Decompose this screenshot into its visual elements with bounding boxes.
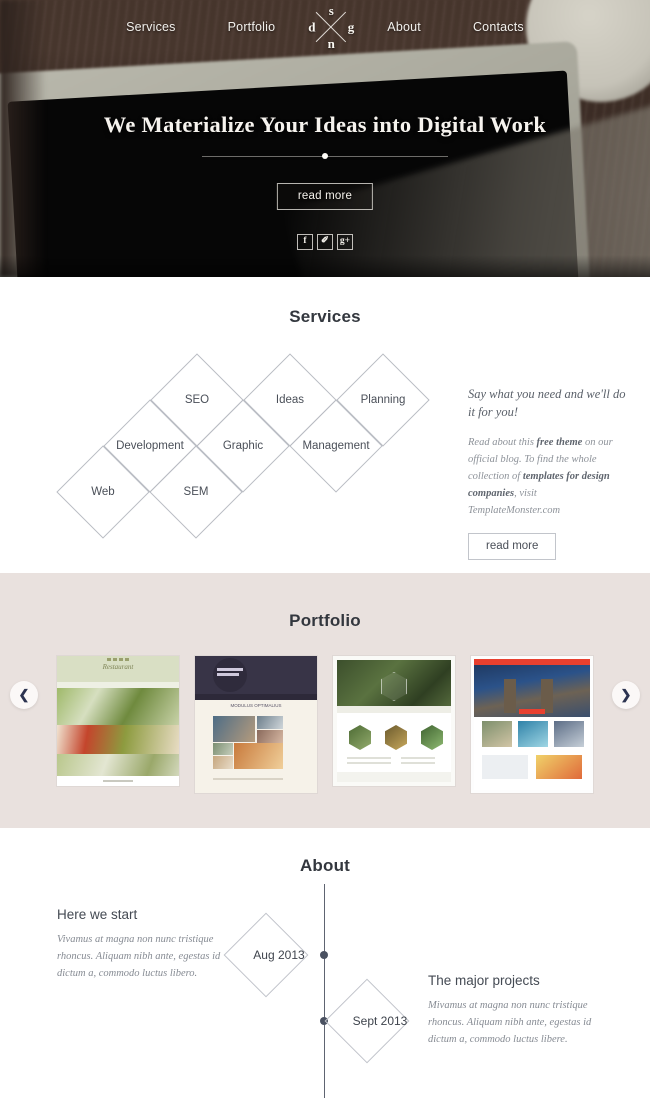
thumb-logo-line-1 <box>217 668 243 671</box>
thumb-form-block <box>482 755 528 779</box>
thumb-text-line <box>347 757 391 759</box>
twitter-icon[interactable]: ✐ <box>317 234 333 250</box>
social-links: f ✐ g+ <box>297 234 353 250</box>
timeline-text-2: Mivamus at magna non nunc tristique rhon… <box>428 1000 592 1045</box>
hero-read-more-button[interactable]: read more <box>276 183 374 210</box>
thumb-footer <box>57 776 179 786</box>
timeline-heading-2: The major projects <box>428 973 540 988</box>
thumb-grid-cell <box>234 743 283 769</box>
thumb-nav <box>337 706 451 713</box>
portfolio-title: Portfolio <box>289 611 361 630</box>
thumb-card-2 <box>518 721 548 747</box>
thumb-hex-2 <box>385 725 407 750</box>
services-title: Services <box>289 307 361 326</box>
thumb-text-line <box>401 757 435 759</box>
timeline-heading-1: Here we start <box>57 907 138 922</box>
thumb-hex-1 <box>349 725 371 750</box>
services-body-text: Read about this free theme on our offici… <box>468 434 628 519</box>
services-description: Say what you need and we'll do it for yo… <box>468 385 628 561</box>
thumb-hero-photo <box>337 660 451 706</box>
thumb-hex-3 <box>421 725 443 750</box>
thumb-text-line <box>347 762 391 764</box>
thumb-photo-1 <box>57 688 179 725</box>
hero-bottom-fade <box>0 255 650 277</box>
nav-item-about[interactable]: About <box>361 20 447 34</box>
thumb-bridge-tower-left <box>504 679 517 713</box>
portfolio-section: Portfolio ❮ ❯ Restaurant MODULUS OPTIMAL… <box>0 573 650 828</box>
nav-item-contacts[interactable]: Contacts <box>447 20 550 34</box>
facebook-icon[interactable]: f <box>297 234 313 250</box>
portfolio-carousel: Restaurant MODULUS OPTIMALIUS <box>0 656 650 796</box>
timeline-date-2: Sept 2013 <box>352 1014 408 1028</box>
timeline-text-1: Vivamus at magna non nunc tristique rhon… <box>57 934 221 979</box>
thumb-grid-cell <box>213 743 233 755</box>
hero-section: Services Portfolio s n d g About Contact… <box>0 0 650 277</box>
thumb-logo-line-2 <box>217 673 239 676</box>
portfolio-item-landscaping[interactable] <box>333 656 455 786</box>
logo-letter-top: s <box>328 3 334 18</box>
nav-list: Services Portfolio s n d g About Contact… <box>100 3 550 51</box>
hero-title: We Materialize Your Ideas into Digital W… <box>103 112 547 137</box>
services-lead-text: Say what you need and we'll do it for yo… <box>468 387 626 420</box>
thumb-photo-3 <box>57 754 179 776</box>
portfolio-item-photo-gallery[interactable]: MODULUS OPTIMALIUS <box>195 656 317 793</box>
thumb-grid-cell <box>257 716 283 729</box>
timeline-date-1: Aug 2013 <box>253 948 305 962</box>
thumb-body <box>195 700 317 793</box>
services-body-part-1: Read about this <box>468 437 537 449</box>
nav-item-portfolio[interactable]: Portfolio <box>202 20 302 34</box>
thumb-text-line <box>401 762 435 764</box>
thumb-body <box>337 713 451 782</box>
thumb-cta-button <box>519 709 545 714</box>
thumb-photo-2 <box>57 725 179 754</box>
thumb-title: Restaurant <box>102 663 134 671</box>
portfolio-item-travel[interactable] <box>471 656 593 793</box>
timeline-axis <box>324 884 326 1098</box>
thumb-grid-cell <box>213 716 255 742</box>
services-diamond-grid: SEO Ideas Planning Development Graphic M… <box>56 345 436 539</box>
thumb-card-1 <box>482 721 512 747</box>
thumb-caption: MODULUS OPTIMALIUS <box>230 703 282 708</box>
main-navigation: Services Portfolio s n d g About Contact… <box>0 0 650 54</box>
thumb-hero-photo <box>474 665 590 717</box>
thumb-card-3 <box>554 721 584 747</box>
google-plus-icon[interactable]: g+ <box>337 234 353 250</box>
logo-letter-bottom: n <box>327 36 335 51</box>
thumb-dots <box>107 658 129 661</box>
nav-item-services[interactable]: Services <box>100 20 202 34</box>
logo-letter-left: d <box>308 19 316 35</box>
logo-letter-right: g <box>347 19 355 35</box>
thumb-body <box>474 717 590 790</box>
thumb-footer <box>337 772 451 782</box>
thumb-divider <box>213 778 283 780</box>
site-logo[interactable]: s n d g <box>307 3 355 51</box>
thumb-hex-badge <box>381 672 407 701</box>
about-title: About <box>299 856 351 875</box>
landing-page: Services Portfolio s n d g About Contact… <box>0 0 650 1098</box>
services-read-more-button[interactable]: read more <box>468 533 557 561</box>
thumb-grid-cell <box>257 730 283 744</box>
slider-active-dot[interactable] <box>322 153 328 159</box>
services-body-bold-1: free theme <box>536 437 583 449</box>
thumb-bridge-tower-right <box>541 679 554 713</box>
portfolio-item-restaurant[interactable]: Restaurant <box>57 656 179 786</box>
thumb-promo-block <box>536 755 582 779</box>
thumb-grid-cell <box>213 756 233 769</box>
